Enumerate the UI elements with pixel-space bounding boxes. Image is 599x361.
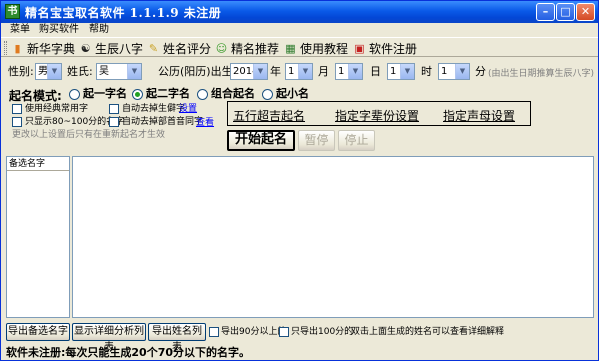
day-value: 1	[338, 66, 345, 77]
candidate-list[interactable]: 备选名字	[6, 156, 70, 318]
chevron-down-icon: ▼	[253, 64, 267, 79]
show-detail-list-button[interactable]: 显示详细分析列表	[72, 323, 146, 353]
tool-label: 新华字典	[27, 41, 76, 56]
status-bar-text: 软件未注册:每次只能生成20个70分以下的名字。	[6, 346, 251, 359]
app-icon: 书	[5, 4, 20, 19]
surname-select[interactable]: 吴 ▼	[96, 63, 142, 80]
hour-select[interactable]: 1 ▼	[387, 63, 415, 80]
export-100-label: 只导出100分的	[291, 327, 354, 337]
tool-label: 生辰八字	[95, 41, 144, 56]
minute-unit: 分	[475, 65, 486, 78]
register-icon: ▣	[354, 41, 365, 55]
classic-words-checkbox[interactable]	[12, 104, 22, 114]
stop-button[interactable]: 停止	[338, 130, 375, 151]
app-window: 书 精名宝宝取名软件 1.1.1.9 未注册 – □ ✕ 菜单 购买软件 帮助 …	[0, 0, 599, 361]
candidate-list-header: 备选名字	[7, 157, 69, 171]
mode-radio-nickname[interactable]	[262, 89, 273, 100]
close-button[interactable]: ✕	[576, 3, 595, 21]
hour-unit: 时	[421, 65, 432, 78]
people-icon: ☺	[215, 41, 228, 55]
hour-value: 1	[390, 66, 397, 77]
show-80-100-checkbox[interactable]	[12, 117, 22, 127]
menu-buy[interactable]: 购买软件	[39, 23, 79, 37]
mode-nickname-label[interactable]: 起小名	[276, 87, 309, 101]
tool-label: 精名推荐	[231, 41, 280, 56]
tool-bazi[interactable]: ☯ 生辰八字	[79, 39, 143, 57]
title-bar[interactable]: 书 精名宝宝取名软件 1.1.1.9 未注册 – □ ✕	[1, 1, 598, 23]
export-candidates-button[interactable]: 导出备选名字	[6, 323, 70, 341]
minimize-button[interactable]: –	[536, 3, 555, 21]
remove-rhyme-label: 自动去掉部首音同字	[122, 117, 204, 127]
tool-tutorial[interactable]: ▦ 使用教程	[284, 39, 348, 57]
window-title: 精名宝宝取名软件 1.1.1.9 未注册	[25, 6, 222, 20]
birth-hint: (由出生日期推算生辰八字)	[488, 69, 595, 79]
chevron-down-icon: ▼	[400, 64, 414, 79]
initials-option[interactable]: 指定声母设置	[443, 107, 515, 124]
name-results-list[interactable]	[72, 156, 594, 318]
mode-radio-double[interactable]	[132, 89, 143, 100]
uncommon-settings-link[interactable]: 设置	[179, 102, 197, 116]
gender-select[interactable]: 男 ▼	[35, 63, 62, 80]
mode-combo-label[interactable]: 组合起名	[211, 87, 255, 101]
toolbar: ▮ 新华字典 ☯ 生辰八字 ✎ 姓名评分 ☺ 精名推荐 ▦ 使用教程 ▣ 软件注…	[1, 37, 598, 57]
start-naming-button[interactable]: 开始起名	[227, 130, 295, 151]
chevron-down-icon: ▼	[455, 64, 469, 79]
year-unit: 年	[270, 65, 281, 78]
mode-single-label[interactable]: 起一字名	[83, 87, 127, 101]
pause-button[interactable]: 暂停	[298, 130, 335, 151]
month-select[interactable]: 1 ▼	[285, 63, 313, 80]
rhyme-view-link[interactable]: 查看	[196, 116, 214, 130]
double-click-tip: 双击上面生成的姓名可以查看详细解释	[351, 327, 505, 337]
menu-bar: 菜单 购买软件 帮助	[1, 23, 598, 37]
toolbar-grip[interactable]	[4, 41, 7, 55]
tool-register[interactable]: ▣ 软件注册	[353, 39, 417, 57]
yinyang-icon: ☯	[80, 41, 91, 55]
book-icon: ▮	[14, 41, 21, 55]
mode-radio-single[interactable]	[69, 89, 80, 100]
tool-score[interactable]: ✎ 姓名评分	[147, 39, 211, 57]
minute-select[interactable]: 1 ▼	[438, 63, 470, 80]
pencil-icon: ✎	[148, 41, 159, 55]
tool-label: 使用教程	[300, 41, 349, 56]
surname-value: 吴	[99, 66, 109, 77]
month-unit: 月	[318, 65, 329, 78]
tool-label: 软件注册	[369, 41, 418, 56]
year-select[interactable]: 2014 ▼	[230, 63, 268, 80]
chevron-down-icon: ▼	[298, 64, 312, 79]
mode-radio-combo[interactable]	[197, 89, 208, 100]
maximize-button[interactable]: □	[556, 3, 575, 21]
gender-label: 性别:	[8, 65, 34, 78]
export-90-label: 导出90分以上的	[221, 327, 287, 337]
remove-rhyme-checkbox[interactable]	[109, 117, 119, 127]
tutorial-icon: ▦	[285, 41, 296, 55]
chevron-down-icon: ▼	[47, 64, 61, 79]
tool-dictionary[interactable]: ▮ 新华字典	[11, 39, 75, 57]
menu-help[interactable]: 帮助	[89, 23, 109, 37]
remove-uncommon-checkbox[interactable]	[109, 104, 119, 114]
export-100-checkbox[interactable]	[279, 327, 289, 337]
chevron-down-icon: ▼	[348, 64, 362, 79]
naming-options-box: 五行超吉起名 指定字辈份设置 指定声母设置	[227, 101, 531, 126]
minute-value: 1	[441, 66, 448, 77]
generation-option[interactable]: 指定字辈份设置	[335, 107, 419, 124]
day-select[interactable]: 1 ▼	[335, 63, 363, 80]
day-unit: 日	[370, 65, 381, 78]
export-name-list-button[interactable]: 导出姓名列表	[148, 323, 206, 353]
month-value: 1	[288, 66, 295, 77]
settings-note: 更改以上设置后只有在重新起名才生效	[12, 130, 166, 140]
mode-double-label[interactable]: 起二字名	[146, 87, 190, 101]
chevron-down-icon: ▼	[127, 64, 141, 79]
export-90-checkbox[interactable]	[209, 327, 219, 337]
classic-words-label: 使用经典常用字	[25, 104, 89, 114]
menu-main[interactable]: 菜单	[10, 23, 30, 37]
remove-uncommon-label: 自动去掉生僻字	[122, 104, 186, 114]
tool-recommend[interactable]: ☺ 精名推荐	[215, 39, 279, 57]
tool-label: 姓名评分	[163, 41, 212, 56]
surname-label: 姓氏:	[67, 65, 93, 78]
wuxing-option[interactable]: 五行超吉起名	[233, 107, 305, 124]
